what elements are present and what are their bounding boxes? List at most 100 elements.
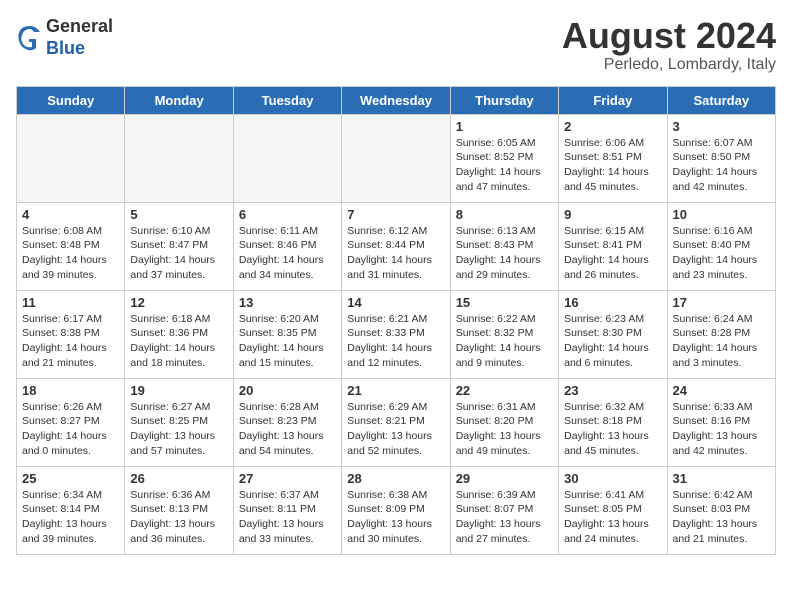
day-number: 19 [130,383,227,398]
day-cell: 5 Sunrise: 6:10 AM Sunset: 8:47 PM Daylig… [125,202,233,290]
day-info: Sunrise: 6:41 AM Sunset: 8:05 PM Dayligh… [564,488,661,547]
day-info: Sunrise: 6:31 AM Sunset: 8:20 PM Dayligh… [456,400,553,459]
day-info: Sunrise: 6:06 AM Sunset: 8:51 PM Dayligh… [564,136,661,195]
calendar-table: SundayMondayTuesdayWednesdayThursdayFrid… [16,86,776,555]
day-number: 5 [130,207,227,222]
day-info: Sunrise: 6:37 AM Sunset: 8:11 PM Dayligh… [239,488,336,547]
logo-blue: Blue [46,38,85,58]
day-number: 23 [564,383,661,398]
day-cell: 9 Sunrise: 6:15 AM Sunset: 8:41 PM Daylig… [559,202,667,290]
day-number: 11 [22,295,119,310]
day-cell: 20 Sunrise: 6:28 AM Sunset: 8:23 PM Dayli… [233,378,341,466]
day-number: 6 [239,207,336,222]
day-cell: 11Sunrise: 6:17 AM Sunset: 8:38 PM Dayli… [17,290,125,378]
day-number: 27 [239,471,336,486]
day-cell [233,114,341,202]
page-header: General Blue August 2024 Perledo, Lombar… [16,16,776,74]
day-cell: 30 Sunrise: 6:41 AM Sunset: 8:05 PM Dayli… [559,466,667,554]
day-cell: 17 Sunrise: 6:24 AM Sunset: 8:28 PM Dayli… [667,290,775,378]
day-number: 16 [564,295,661,310]
logo: General Blue [16,16,113,59]
day-info: Sunrise: 6:05 AM Sunset: 8:52 PM Dayligh… [456,136,553,195]
day-info: Sunrise: 6:13 AM Sunset: 8:43 PM Dayligh… [456,224,553,283]
weekday-header-row: SundayMondayTuesdayWednesdayThursdayFrid… [17,86,776,114]
week-row-1: 1 Sunrise: 6:05 AM Sunset: 8:52 PM Daylig… [17,114,776,202]
day-info: Sunrise: 6:42 AM Sunset: 8:03 PM Dayligh… [673,488,770,547]
day-number: 14 [347,295,444,310]
weekday-header-saturday: Saturday [667,86,775,114]
day-number: 9 [564,207,661,222]
day-cell: 3Sunrise: 6:07 AM Sunset: 8:50 PM Daylig… [667,114,775,202]
day-info: Sunrise: 6:27 AM Sunset: 8:25 PM Dayligh… [130,400,227,459]
day-info: Sunrise: 6:21 AM Sunset: 8:33 PM Dayligh… [347,312,444,371]
day-cell: 10Sunrise: 6:16 AM Sunset: 8:40 PM Dayli… [667,202,775,290]
day-number: 28 [347,471,444,486]
day-cell: 27 Sunrise: 6:37 AM Sunset: 8:11 PM Dayli… [233,466,341,554]
day-info: Sunrise: 6:12 AM Sunset: 8:44 PM Dayligh… [347,224,444,283]
day-cell: 2 Sunrise: 6:06 AM Sunset: 8:51 PM Daylig… [559,114,667,202]
day-info: Sunrise: 6:18 AM Sunset: 8:36 PM Dayligh… [130,312,227,371]
day-cell [17,114,125,202]
weekday-header-thursday: Thursday [450,86,558,114]
day-number: 17 [673,295,770,310]
logo-icon [16,24,44,52]
day-cell: 15 Sunrise: 6:22 AM Sunset: 8:32 PM Dayli… [450,290,558,378]
day-info: Sunrise: 6:33 AM Sunset: 8:16 PM Dayligh… [673,400,770,459]
day-cell: 7 Sunrise: 6:12 AM Sunset: 8:44 PM Daylig… [342,202,450,290]
day-cell: 24 Sunrise: 6:33 AM Sunset: 8:16 PM Dayli… [667,378,775,466]
day-number: 22 [456,383,553,398]
day-number: 18 [22,383,119,398]
week-row-3: 11Sunrise: 6:17 AM Sunset: 8:38 PM Dayli… [17,290,776,378]
title-block: August 2024 Perledo, Lombardy, Italy [562,16,776,74]
weekday-header-monday: Monday [125,86,233,114]
day-number: 31 [673,471,770,486]
day-cell: 23 Sunrise: 6:32 AM Sunset: 8:18 PM Dayli… [559,378,667,466]
day-number: 1 [456,119,553,134]
location-subtitle: Perledo, Lombardy, Italy [562,56,776,74]
day-info: Sunrise: 6:38 AM Sunset: 8:09 PM Dayligh… [347,488,444,547]
day-number: 4 [22,207,119,222]
day-number: 3 [673,119,770,134]
day-cell: 14 Sunrise: 6:21 AM Sunset: 8:33 PM Dayli… [342,290,450,378]
month-year-title: August 2024 [562,16,776,56]
day-info: Sunrise: 6:22 AM Sunset: 8:32 PM Dayligh… [456,312,553,371]
day-info: Sunrise: 6:16 AM Sunset: 8:40 PM Dayligh… [673,224,770,283]
day-number: 21 [347,383,444,398]
day-info: Sunrise: 6:11 AM Sunset: 8:46 PM Dayligh… [239,224,336,283]
day-cell: 18Sunrise: 6:26 AM Sunset: 8:27 PM Dayli… [17,378,125,466]
day-info: Sunrise: 6:15 AM Sunset: 8:41 PM Dayligh… [564,224,661,283]
day-cell: 25 Sunrise: 6:34 AM Sunset: 8:14 PM Dayli… [17,466,125,554]
day-number: 20 [239,383,336,398]
day-number: 25 [22,471,119,486]
day-cell: 19 Sunrise: 6:27 AM Sunset: 8:25 PM Dayli… [125,378,233,466]
day-info: Sunrise: 6:36 AM Sunset: 8:13 PM Dayligh… [130,488,227,547]
day-cell: 4 Sunrise: 6:08 AM Sunset: 8:48 PM Daylig… [17,202,125,290]
day-cell: 21 Sunrise: 6:29 AM Sunset: 8:21 PM Dayli… [342,378,450,466]
day-number: 8 [456,207,553,222]
day-cell: 8 Sunrise: 6:13 AM Sunset: 8:43 PM Daylig… [450,202,558,290]
day-number: 26 [130,471,227,486]
weekday-header-sunday: Sunday [17,86,125,114]
day-number: 2 [564,119,661,134]
day-info: Sunrise: 6:10 AM Sunset: 8:47 PM Dayligh… [130,224,227,283]
day-number: 24 [673,383,770,398]
day-info: Sunrise: 6:08 AM Sunset: 8:48 PM Dayligh… [22,224,119,283]
day-info: Sunrise: 6:39 AM Sunset: 8:07 PM Dayligh… [456,488,553,547]
weekday-header-friday: Friday [559,86,667,114]
day-info: Sunrise: 6:29 AM Sunset: 8:21 PM Dayligh… [347,400,444,459]
day-info: Sunrise: 6:24 AM Sunset: 8:28 PM Dayligh… [673,312,770,371]
day-cell: 13Sunrise: 6:20 AM Sunset: 8:35 PM Dayli… [233,290,341,378]
day-number: 30 [564,471,661,486]
day-number: 12 [130,295,227,310]
day-info: Sunrise: 6:34 AM Sunset: 8:14 PM Dayligh… [22,488,119,547]
day-cell: 26 Sunrise: 6:36 AM Sunset: 8:13 PM Dayli… [125,466,233,554]
day-info: Sunrise: 6:32 AM Sunset: 8:18 PM Dayligh… [564,400,661,459]
day-number: 29 [456,471,553,486]
day-cell [342,114,450,202]
day-number: 15 [456,295,553,310]
day-info: Sunrise: 6:23 AM Sunset: 8:30 PM Dayligh… [564,312,661,371]
week-row-5: 25 Sunrise: 6:34 AM Sunset: 8:14 PM Dayli… [17,466,776,554]
day-number: 7 [347,207,444,222]
day-info: Sunrise: 6:28 AM Sunset: 8:23 PM Dayligh… [239,400,336,459]
day-cell: 16 Sunrise: 6:23 AM Sunset: 8:30 PM Dayli… [559,290,667,378]
